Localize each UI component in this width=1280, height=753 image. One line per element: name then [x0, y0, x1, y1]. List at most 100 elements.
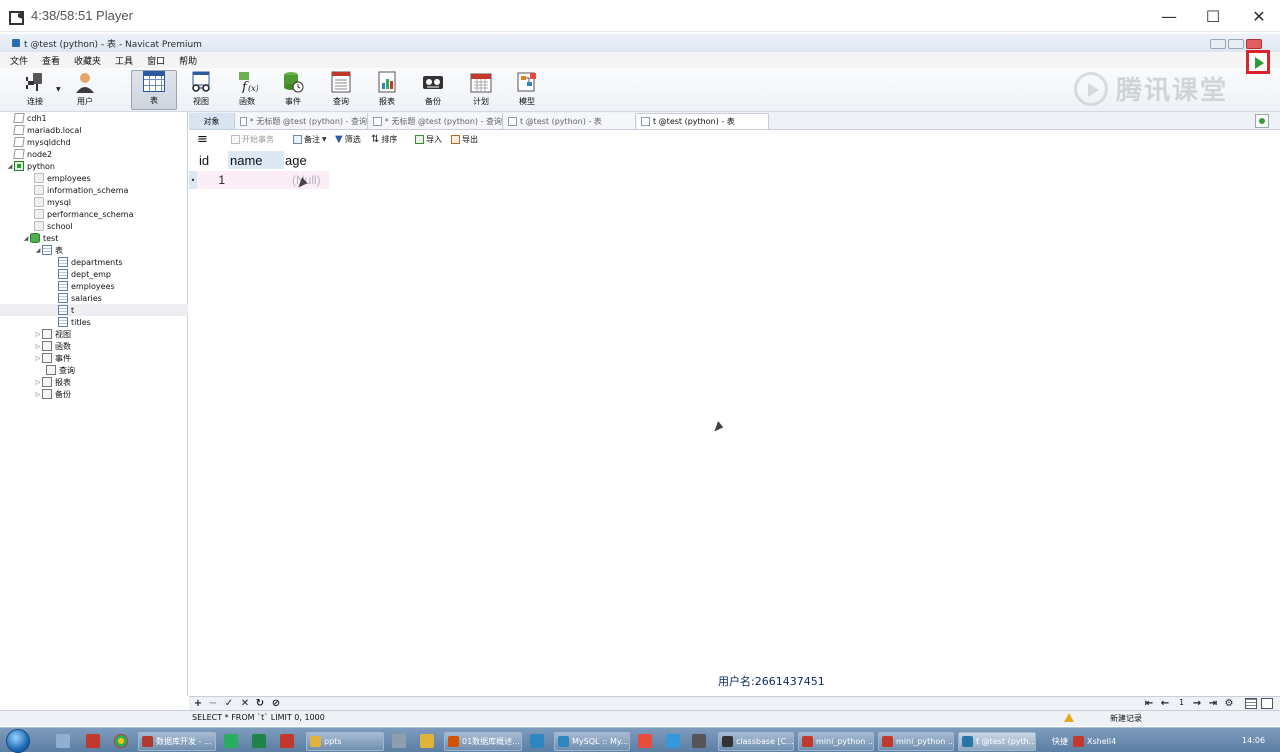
first-page-button[interactable]: ⇤ [1143, 698, 1155, 710]
tree-folder-tables[interactable]: ◢ 表 [34, 244, 63, 256]
filter-button[interactable]: ▼ 筛选 [335, 134, 361, 145]
event-button[interactable]: 事件 [270, 70, 316, 110]
page-number[interactable]: 1 [1179, 698, 1184, 707]
function-button[interactable]: f (x) 函数 [224, 70, 270, 110]
tree-connection-python[interactable]: ◢ python [6, 160, 55, 172]
windows-start-button[interactable] [6, 729, 30, 753]
tree-folder-functions[interactable]: ▷ 函数 [34, 340, 71, 352]
tree-db-school[interactable]: school [34, 220, 73, 232]
tree-table-t[interactable]: t [0, 304, 188, 316]
cell-name[interactable] [228, 171, 284, 189]
menu-tools[interactable]: 工具 [115, 54, 133, 67]
tree-table-employees[interactable]: employees [58, 280, 115, 292]
tree-folder-reports[interactable]: ▷ 报表 [34, 376, 71, 388]
tree-folder-views[interactable]: ▷ 视图 [34, 328, 71, 340]
connection-button[interactable]: 连接 [12, 70, 58, 110]
collapsed-arrow-icon[interactable]: ▷ [34, 391, 42, 398]
previous-page-button[interactable]: ← [1159, 698, 1171, 710]
report-button[interactable]: 报表 [364, 70, 410, 110]
tree-connection-cdh1[interactable]: cdh1 [13, 112, 47, 124]
pinned-app-icon[interactable] [420, 734, 434, 748]
pinned-app-icon[interactable] [530, 734, 544, 748]
tree-db-information-schema[interactable]: information_schema [34, 184, 128, 196]
taskbar-task[interactable]: mini_python ... [798, 732, 874, 751]
connection-dropdown-icon[interactable]: ▼ [56, 86, 61, 93]
tree-connection-mariadb[interactable]: mariadb.local [13, 124, 81, 136]
tab-query-2[interactable]: * 无标题 @test (python) - 查询 [369, 113, 503, 129]
column-header-name[interactable]: name [228, 151, 284, 169]
settings-icon[interactable]: ⚙ [1223, 698, 1235, 710]
pinned-app-icon[interactable] [224, 734, 238, 748]
tree-connection-node2[interactable]: node2 [13, 148, 52, 160]
pinned-app-icon[interactable] [392, 734, 406, 748]
expanded-arrow-icon[interactable]: ◢ [6, 163, 14, 170]
begin-transaction-button[interactable]: 开始事务 [231, 134, 274, 145]
stop-button[interactable]: ⊘ [270, 698, 282, 710]
tree-connection-mysqldchd[interactable]: mysqldchd [13, 136, 71, 148]
maximize-button[interactable]: ☐ [1190, 0, 1236, 32]
table-button[interactable]: 表 [131, 70, 177, 110]
column-header-age[interactable]: age [283, 151, 327, 169]
refresh-button[interactable]: ↻ [254, 698, 266, 710]
cell-id[interactable]: 1 [197, 171, 227, 189]
backup-button[interactable]: 备份 [410, 70, 456, 110]
export-button[interactable]: 导出 [451, 134, 478, 145]
pinned-app-icon[interactable] [252, 734, 266, 748]
menu-help[interactable]: 帮助 [179, 54, 197, 67]
collapsed-arrow-icon[interactable]: ▷ [34, 343, 42, 350]
pinned-app-icon[interactable] [666, 734, 680, 748]
tree-db-employees[interactable]: employees [34, 172, 91, 184]
taskbar-task[interactable]: 数据库开发 - ... [138, 732, 216, 751]
query-button[interactable]: 查询 [318, 70, 364, 110]
pinned-app-icon[interactable] [86, 734, 100, 748]
apply-changes-button[interactable]: ✓ [223, 698, 235, 710]
taskbar-task[interactable]: 01数据库概述... [444, 732, 522, 751]
tree-table-titles[interactable]: titles [58, 316, 91, 328]
mdi-minimize-button[interactable] [1210, 39, 1226, 49]
pinned-app-icon[interactable] [638, 734, 652, 748]
quick-launch-label[interactable]: 快捷 [1052, 736, 1068, 747]
menu-file[interactable]: 文件 [10, 54, 28, 67]
menu-favorites[interactable]: 收藏夹 [74, 54, 101, 67]
tree-db-mysql[interactable]: mysql [34, 196, 71, 208]
mdi-close-button[interactable] [1246, 39, 1262, 49]
taskbar-task-active[interactable]: t @test (pyth... [958, 732, 1036, 751]
schedule-button[interactable]: 计划 [458, 70, 504, 110]
import-button[interactable]: 导入 [415, 134, 442, 145]
tree-db-performance-schema[interactable]: performance_schema [34, 208, 134, 220]
memo-button[interactable]: 备注 ▼ [293, 134, 327, 145]
view-button[interactable]: 视图 [178, 70, 224, 110]
user-button[interactable]: 用户 [62, 70, 108, 110]
last-page-button[interactable]: ⇥ [1207, 698, 1219, 710]
taskbar-task[interactable]: classbase [C... [718, 732, 794, 751]
minimize-button[interactable]: — [1146, 0, 1192, 32]
expanded-arrow-icon[interactable]: ◢ [34, 247, 42, 254]
pinned-app-icon[interactable] [692, 734, 706, 748]
search-icon[interactable] [56, 734, 70, 748]
next-page-button[interactable]: → [1191, 698, 1203, 710]
tab-table-design[interactable]: t @test (python) - 表 [504, 113, 636, 129]
taskbar-task[interactable]: MySQL :: My... [554, 732, 630, 751]
pinned-app-icon[interactable] [280, 734, 294, 748]
memo-dropdown-icon[interactable]: ▼ [322, 136, 327, 143]
tab-options-icon[interactable] [1255, 114, 1269, 128]
close-button[interactable]: ✕ [1236, 0, 1280, 32]
taskbar-task[interactable]: ppts [306, 732, 384, 751]
collapsed-arrow-icon[interactable]: ▷ [34, 355, 42, 362]
model-button[interactable]: 模型 [504, 70, 550, 110]
mdi-restore-button[interactable] [1228, 39, 1244, 49]
tree-table-dept-emp[interactable]: dept_emp [58, 268, 111, 280]
tree-folder-backups[interactable]: ▷ 备份 [34, 388, 71, 400]
collapsed-arrow-icon[interactable]: ▷ [34, 331, 42, 338]
tree-table-salaries[interactable]: salaries [58, 292, 102, 304]
tree-table-departments[interactable]: departments [58, 256, 123, 268]
tab-table-data[interactable]: t @test (python) - 表 [637, 113, 769, 129]
collapsed-arrow-icon[interactable]: ▷ [34, 379, 42, 386]
column-header-id[interactable]: id [197, 151, 227, 169]
tree-folder-queries[interactable]: 查询 [46, 364, 75, 376]
grid-view-icon[interactable] [1245, 698, 1257, 709]
tree-folder-events[interactable]: ▷ 事件 [34, 352, 71, 364]
tree-db-test[interactable]: ◢ test [22, 232, 58, 244]
menu-window[interactable]: 窗口 [147, 54, 165, 67]
taskbar-task[interactable]: Xshell4 [1070, 732, 1132, 751]
